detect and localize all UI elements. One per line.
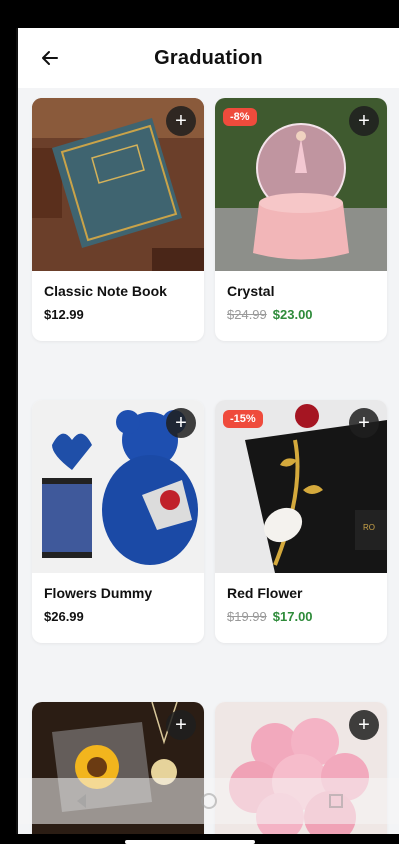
product-card-crystal[interactable]: -8% + Crystal $24.99 $23.00 — [215, 98, 387, 341]
svg-text:RO: RO — [363, 523, 375, 532]
product-card-classic-note-book[interactable]: + Classic Note Book $12.99 — [32, 98, 204, 341]
product-image: + — [32, 98, 204, 271]
discount-badge: -8% — [223, 108, 257, 126]
add-to-cart-button[interactable]: + — [166, 710, 196, 740]
page-title: Graduation — [154, 46, 263, 69]
back-button[interactable] — [36, 44, 64, 72]
system-navigation-bar — [18, 778, 399, 824]
add-to-cart-button[interactable]: + — [349, 408, 379, 438]
product-card-red-flower[interactable]: RO -15% + Red Flower $19.99 $17.00 — [215, 400, 387, 643]
product-image: RO -15% + — [215, 400, 387, 573]
plus-icon: + — [175, 412, 187, 434]
add-to-cart-button[interactable]: + — [166, 408, 196, 438]
original-price: $19.99 — [227, 609, 267, 624]
product-card-flowers-dummy[interactable]: + Flowers Dummy $26.99 — [32, 400, 204, 643]
sale-price: $17.00 — [272, 609, 313, 624]
product-image: + — [32, 400, 204, 573]
product-name: Flowers Dummy — [44, 585, 153, 601]
circle-home-icon[interactable] — [198, 790, 220, 812]
product-name: Red Flower — [227, 585, 303, 601]
product-name: Classic Note Book — [44, 283, 167, 299]
discount-badge: -15% — [223, 410, 263, 428]
arrow-left-icon — [42, 51, 58, 65]
plus-icon: + — [175, 110, 187, 132]
plus-icon: + — [358, 110, 370, 132]
triangle-back-icon[interactable] — [71, 790, 93, 812]
product-price: $26.99 — [44, 609, 84, 624]
product-price: $12.99 — [44, 307, 84, 322]
square-recent-icon[interactable] — [325, 790, 347, 812]
product-image: -8% + — [215, 98, 387, 271]
plus-icon: + — [175, 714, 187, 736]
add-to-cart-button[interactable]: + — [349, 106, 379, 136]
add-to-cart-button[interactable]: + — [166, 106, 196, 136]
plus-icon: + — [358, 714, 370, 736]
top-app-bar: Graduation — [18, 28, 399, 88]
product-name: Crystal — [227, 283, 275, 299]
original-price: $24.99 — [227, 307, 267, 322]
home-indicator[interactable] — [125, 840, 255, 844]
plus-icon: + — [358, 412, 370, 434]
add-to-cart-button[interactable]: + — [349, 710, 379, 740]
sale-price: $23.00 — [272, 307, 313, 322]
app-screen: Graduation + Classic Note Book $12.99 -8… — [16, 28, 399, 834]
